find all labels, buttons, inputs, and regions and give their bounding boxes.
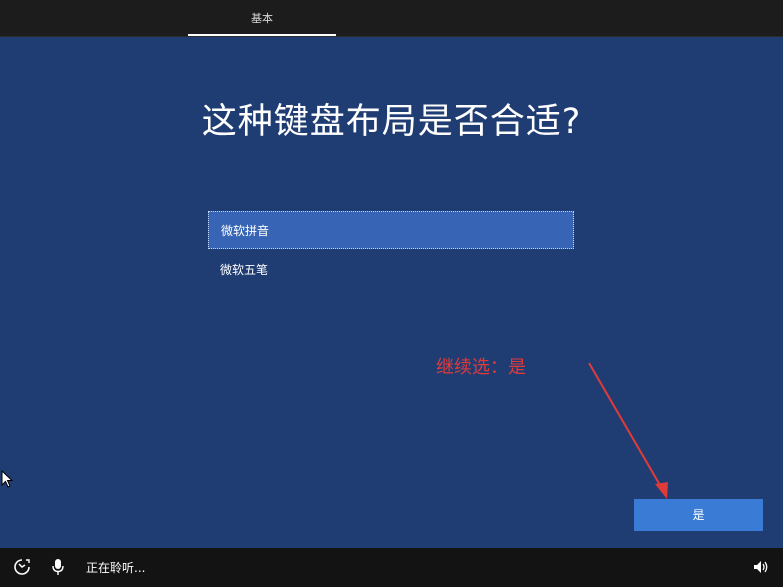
microphone-icon[interactable] bbox=[49, 558, 67, 576]
oobe-window: 基本 这种键盘布局是否合适? 微软拼音 微软五笔 继续选：是 是 正在聆听... bbox=[0, 0, 783, 587]
top-tab-bar: 基本 bbox=[0, 0, 783, 37]
bottom-taskbar: 正在聆听... bbox=[0, 548, 783, 587]
volume-icon[interactable] bbox=[752, 558, 770, 576]
main-panel: 这种键盘布局是否合适? 微软拼音 微软五笔 继续选：是 是 bbox=[0, 37, 783, 548]
mouse-cursor-icon bbox=[1, 470, 13, 488]
tab-basics[interactable]: 基本 bbox=[188, 0, 336, 36]
yes-button[interactable]: 是 bbox=[634, 499, 763, 531]
annotation-arrow-icon bbox=[588, 362, 668, 499]
listening-status: 正在聆听... bbox=[86, 561, 146, 575]
accessibility-icon[interactable] bbox=[13, 558, 31, 576]
